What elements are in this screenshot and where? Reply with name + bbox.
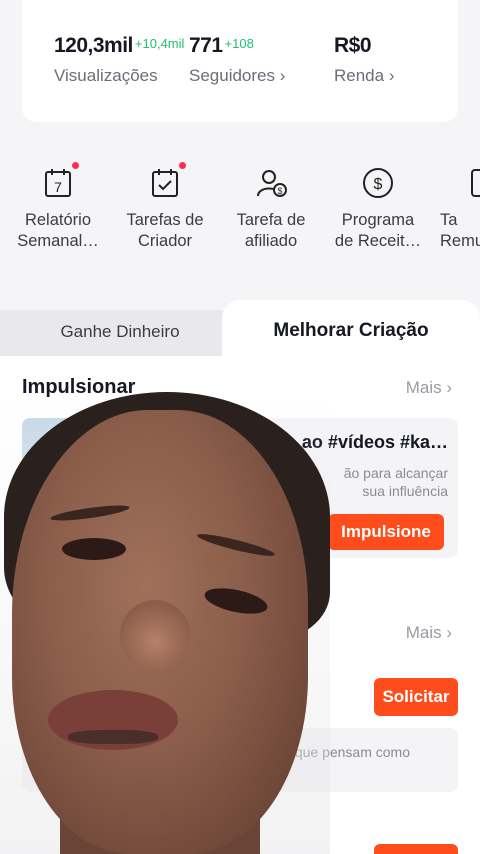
- boost-button[interactable]: Impulsione: [328, 514, 444, 550]
- svg-text:7: 7: [54, 179, 62, 195]
- svg-text:$: $: [277, 186, 282, 196]
- stat-income[interactable]: R$0 Renda ›: [334, 34, 395, 86]
- tool-label: Ta Remu: [440, 211, 480, 250]
- income-value: R$0: [334, 34, 372, 57]
- camera-overlay: [0, 390, 330, 854]
- views-delta: +10,4mil: [134, 36, 185, 51]
- views-label: Visualizações: [54, 66, 158, 85]
- tool-affiliate-task[interactable]: $ Tarefa de afiliado: [216, 160, 326, 252]
- stats-card: 120,3mil +10,4mil Visualizações 771 +108 S…: [22, 0, 458, 122]
- stat-followers[interactable]: 771 +108 Seguidores ›: [189, 34, 285, 86]
- followers-delta: +108: [224, 36, 254, 51]
- boost-more-link[interactable]: Mais ›: [406, 378, 452, 398]
- tool-revenue-program[interactable]: $ Programa de Receit…: [323, 160, 433, 252]
- calendar-7-icon: 7: [41, 162, 79, 200]
- more-label: Mais: [405, 378, 442, 397]
- stat-views[interactable]: 120,3mil +10,4mil Visualizações: [54, 34, 184, 86]
- svg-text:$: $: [374, 176, 383, 193]
- dollar-circle-icon: $: [361, 166, 395, 200]
- followers-label-text: Seguidores: [189, 66, 276, 85]
- views-value: 120,3mil: [54, 34, 133, 57]
- left-eye: [62, 538, 126, 560]
- tab-improve-creation[interactable]: Melhorar Criação: [222, 300, 480, 358]
- tools-row: 7 Relatório Semanal… Tarefas de Criador …: [0, 160, 480, 260]
- chevron-right-icon: ›: [388, 66, 395, 85]
- request-button[interactable]: Solicitar: [374, 678, 458, 716]
- tool-label: Programa de Receit…: [334, 211, 422, 250]
- tool-weekly-report[interactable]: 7 Relatório Semanal…: [3, 160, 113, 252]
- nose-shape: [120, 600, 190, 670]
- phone-icon: [468, 166, 480, 200]
- calendar-check-icon: [148, 162, 186, 200]
- tool-label: Tarefas de Criador: [126, 211, 204, 250]
- chevron-right-icon: ›: [279, 66, 286, 85]
- income-label: Renda ›: [334, 66, 395, 86]
- followers-label: Seguidores ›: [189, 66, 285, 86]
- second-more-link[interactable]: Mais ›: [406, 623, 452, 643]
- more-label: Mais: [405, 623, 442, 642]
- chevron-right-icon: ›: [446, 378, 452, 397]
- teeth-shape: [68, 730, 158, 744]
- notification-dot: [72, 162, 79, 169]
- tool-creator-tasks[interactable]: Tarefas de Criador: [110, 160, 220, 252]
- tab-bar: Ganhe Dinheiro Melhorar Criação: [0, 300, 480, 358]
- tab-earn-money[interactable]: Ganhe Dinheiro: [0, 310, 240, 358]
- users-dollar-icon: $: [254, 166, 288, 200]
- income-label-text: Renda: [334, 66, 385, 85]
- notification-dot: [179, 162, 186, 169]
- partial-button[interactable]: [374, 844, 458, 854]
- chevron-right-icon: ›: [446, 623, 452, 642]
- tool-label: Relatório Semanal…: [17, 211, 99, 250]
- tool-label: Tarefa de afiliado: [236, 211, 306, 250]
- tool-paid-task[interactable]: Ta Remu: [430, 160, 480, 252]
- followers-value: 771: [189, 34, 223, 57]
